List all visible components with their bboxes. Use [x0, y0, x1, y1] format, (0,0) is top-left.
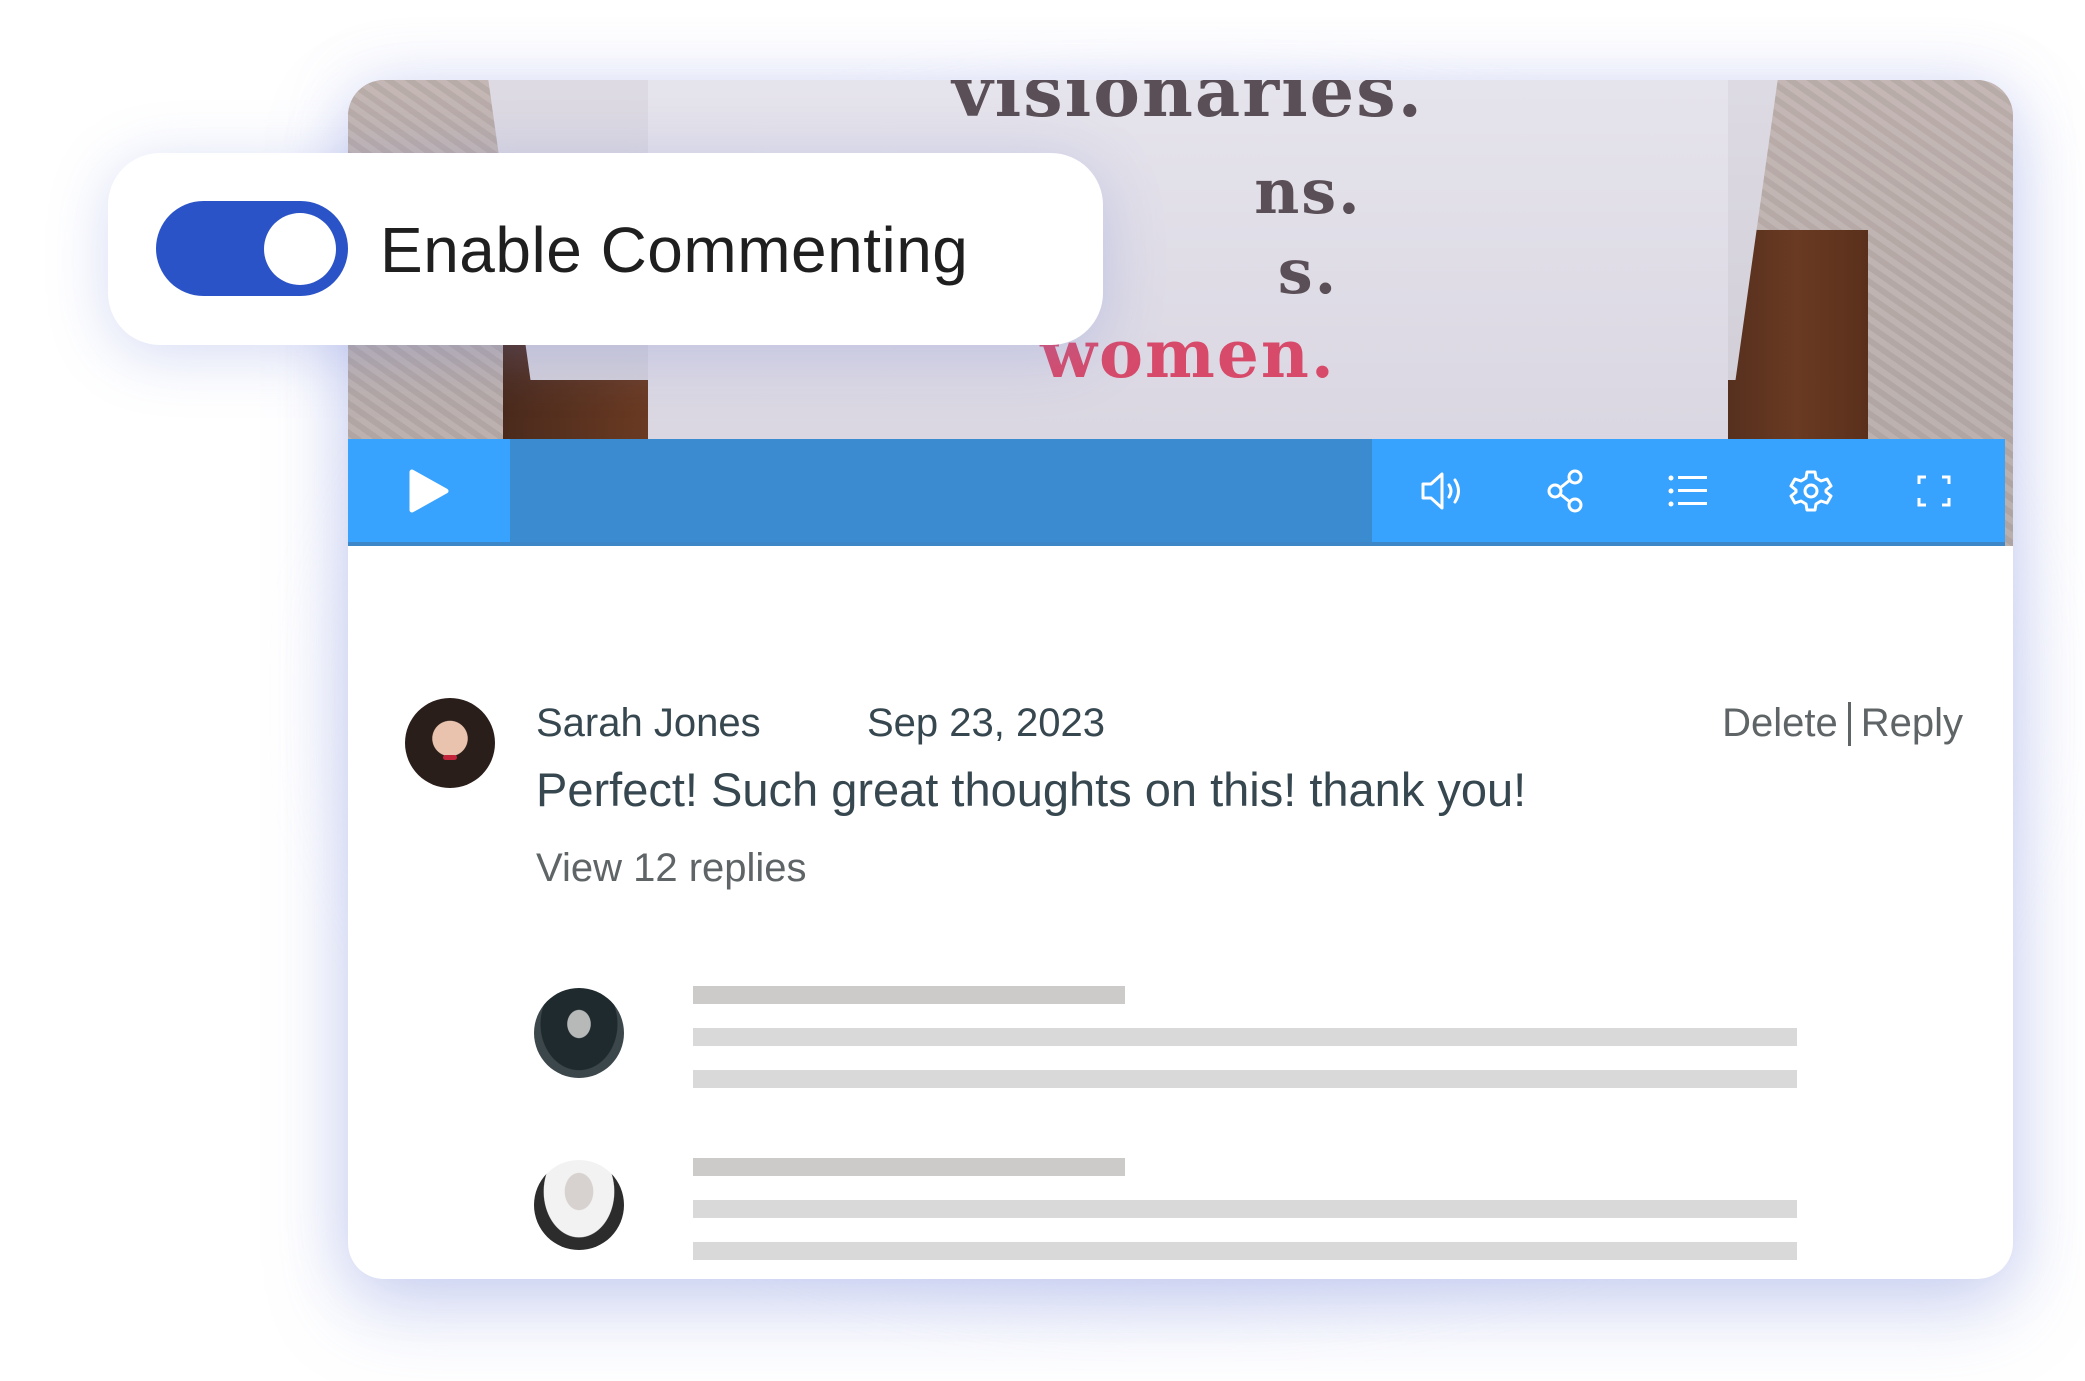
toggle-knob	[264, 213, 336, 285]
player-actions	[1372, 439, 2005, 542]
skeleton-line	[693, 1242, 1797, 1260]
reply-skeleton	[348, 986, 2013, 1088]
playlist-button[interactable]	[1658, 461, 1718, 521]
share-icon	[1547, 469, 1583, 512]
progress-track[interactable]	[348, 542, 2005, 546]
video-controls-bar	[348, 439, 2005, 546]
avatar	[534, 1160, 624, 1250]
delete-button[interactable]: Delete	[1722, 701, 1838, 746]
reply-skeleton	[348, 1158, 2013, 1260]
divider	[1847, 701, 1851, 746]
avatar	[405, 698, 495, 788]
view-replies-link[interactable]: View 12 replies	[536, 846, 807, 891]
play-icon	[409, 469, 449, 512]
gear-icon	[1789, 470, 1833, 511]
fullscreen-icon	[1917, 475, 1951, 506]
volume-button[interactable]	[1413, 461, 1473, 521]
fullscreen-button[interactable]	[1904, 461, 1964, 521]
skeleton-line	[693, 1028, 1797, 1046]
reply-button[interactable]: Reply	[1861, 701, 1963, 746]
skeleton-line	[693, 1070, 1797, 1088]
enable-commenting-label: Enable Commenting	[380, 214, 969, 286]
shirt-text-line: visionaries.	[952, 80, 1424, 133]
skeleton-title-bar	[693, 1158, 1125, 1176]
comment-text: Perfect! Such great thoughts on this! th…	[536, 763, 1527, 816]
enable-commenting-toggle[interactable]	[156, 201, 348, 296]
skeleton-title-bar	[693, 986, 1125, 1004]
comment-date: Sep 23, 2023	[867, 701, 1105, 745]
skeleton-line	[693, 1200, 1797, 1218]
enable-commenting-panel: Enable Commenting	[108, 153, 1103, 345]
avatar	[534, 988, 624, 1078]
list-icon	[1668, 475, 1708, 506]
comment-actions: Delete Reply	[1722, 701, 1963, 746]
comment-author[interactable]: Sarah Jones	[536, 701, 761, 746]
play-button[interactable]	[348, 439, 510, 542]
share-button[interactable]	[1536, 461, 1596, 521]
volume-icon	[1421, 472, 1461, 509]
settings-button[interactable]	[1781, 461, 1841, 521]
